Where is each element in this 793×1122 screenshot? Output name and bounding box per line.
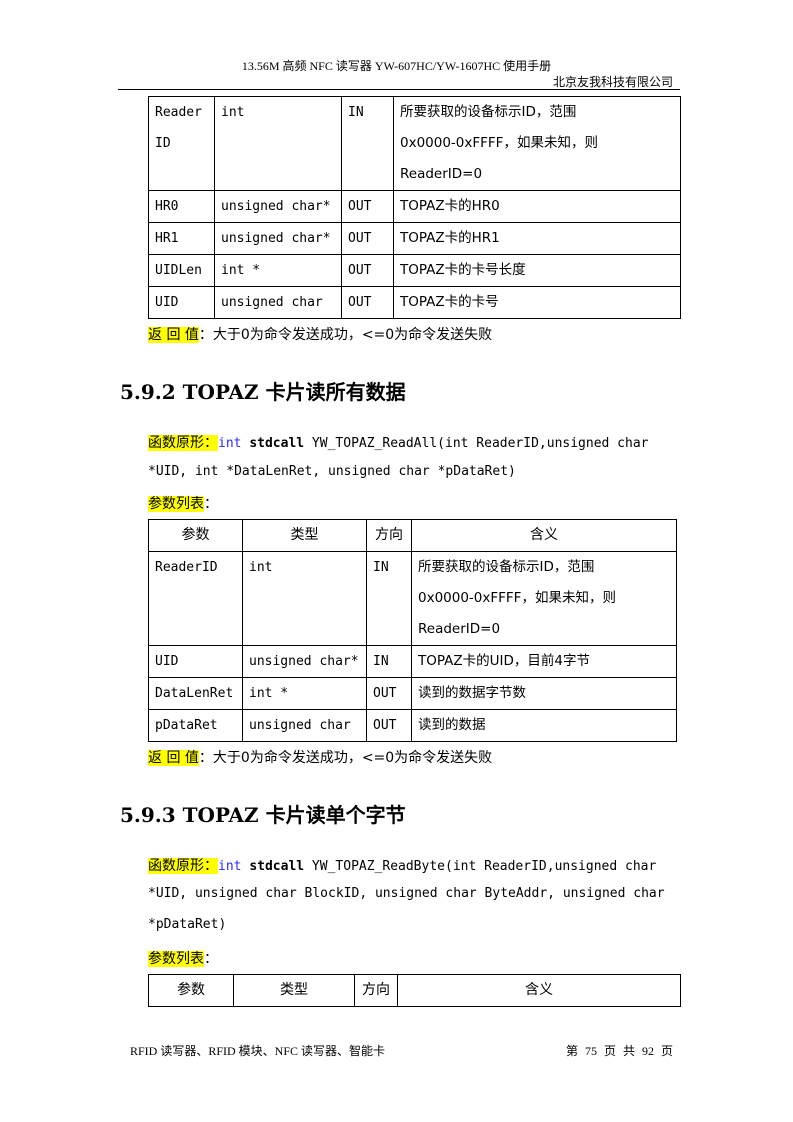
param-type: int *	[242, 677, 367, 710]
table-row: HR1 unsigned char* OUT TOPAZ卡的HR1	[148, 222, 681, 255]
col-header-meaning: 含义	[397, 974, 681, 1007]
params-list-label: 参数列表：	[148, 951, 218, 967]
param-name: ReaderID	[148, 551, 243, 646]
params-table-readall: 参数 类型 方向 含义 ReaderID int IN 所要获取的设备标示ID，…	[148, 519, 677, 742]
table-row: UID unsigned char* IN TOPAZ卡的UID，目前4字节	[148, 645, 677, 678]
prototype-line-3: *pDataRet)	[148, 917, 227, 932]
table-row: pDataRet unsigned char OUT 读到的数据	[148, 709, 677, 742]
param-type: int	[214, 96, 342, 191]
param-type: int	[242, 551, 367, 646]
section-heading-5-9-2: 5.9.2 TOPAZ 卡片读所有数据	[120, 380, 406, 404]
header-divider	[118, 89, 680, 90]
param-type: unsigned char*	[214, 222, 342, 255]
return-text: ：大于0为命令发送成功，<=0为命令发送失败	[198, 327, 493, 343]
param-dir: IN	[341, 96, 394, 191]
prototype-label: 函数原形：	[148, 435, 218, 451]
param-type: int *	[214, 254, 342, 287]
table-header-row: 参数 类型 方向 含义	[148, 519, 677, 552]
param-type: unsigned char	[242, 709, 367, 742]
return-value-2: 返 回 值：大于0为命令发送成功，<=0为命令发送失败	[148, 747, 492, 767]
keyword-int: int	[218, 859, 242, 874]
param-name: ReaderID	[148, 96, 215, 191]
header-title: 13.56M 高频 NFC 读写器 YW-607HC/YW-1607HC 使用手…	[241, 59, 552, 73]
return-label: 返 回 值	[148, 750, 199, 766]
param-desc: TOPAZ卡的卡号	[393, 286, 681, 319]
return-text: ：大于0为命令发送成功，<=0为命令发送失败	[198, 750, 493, 766]
footer-page-number: 第 75 页 共 92 页	[565, 1044, 673, 1058]
param-desc: 读到的数据字节数	[411, 677, 677, 710]
param-type: unsigned char*	[242, 645, 367, 678]
table-row: UIDLen int * OUT TOPAZ卡的卡号长度	[148, 254, 681, 287]
col-header-meaning: 含义	[411, 519, 677, 552]
keyword-stdcall: stdcall	[249, 436, 305, 451]
col-header-direction: 方向	[354, 974, 398, 1007]
param-dir: OUT	[341, 222, 394, 255]
return-label: 返 回 值	[148, 327, 199, 343]
params-table-1: Reader ID int IN 所要获取的设备标示ID，范围 0x0000-0x…	[148, 96, 681, 319]
table-row: UID unsigned char OUT TOPAZ卡的卡号	[148, 286, 681, 319]
function-prototype-readall: 函数原形：int stdcall YW_TOPAZ_ReadAll(int Re…	[148, 432, 648, 452]
param-desc: 所要获取的设备标示ID，范围 0x0000-0xFFFF，如果未知，则 Read…	[393, 96, 681, 191]
param-name: UIDLen	[148, 254, 215, 287]
table-row: ReaderID int IN 所要获取的设备标示ID，范围 0x0000-0x…	[148, 551, 677, 646]
param-type: unsigned char*	[214, 190, 342, 223]
param-desc: TOPAZ卡的卡号长度	[393, 254, 681, 287]
param-name: UID	[148, 645, 243, 678]
param-type: unsigned char	[214, 286, 342, 319]
section-heading-5-9-3: 5.9.3 TOPAZ 卡片读单个字节	[120, 803, 406, 827]
param-desc: TOPAZ卡的HR1	[393, 222, 681, 255]
param-dir: OUT	[341, 286, 394, 319]
col-header-type: 类型	[242, 519, 367, 552]
param-dir: OUT	[341, 190, 394, 223]
param-dir: IN	[366, 645, 412, 678]
param-name: UID	[148, 286, 215, 319]
param-desc: 读到的数据	[411, 709, 677, 742]
col-header-param: 参数	[148, 974, 234, 1007]
param-dir: IN	[366, 551, 412, 646]
param-desc: TOPAZ卡的HR0	[393, 190, 681, 223]
header-company: 北京友我科技有限公司	[552, 75, 673, 89]
param-dir: OUT	[366, 677, 412, 710]
table-row: DataLenRet int * OUT 读到的数据字节数	[148, 677, 677, 710]
table-header-row: 参数 类型 方向 含义	[148, 974, 681, 1007]
table-row: HR0 unsigned char* OUT TOPAZ卡的HR0	[148, 190, 681, 223]
param-dir: OUT	[341, 254, 394, 287]
param-name: HR1	[148, 222, 215, 255]
param-name: HR0	[148, 190, 215, 223]
params-table-readbyte: 参数 类型 方向 含义	[148, 974, 681, 1007]
params-list-label: 参数列表：	[148, 496, 218, 512]
prototype-line-1: YW_TOPAZ_ReadByte(int ReaderID,unsigned …	[304, 859, 657, 874]
keyword-int: int	[218, 436, 242, 451]
footer-left: RFID 读写器、RFID 模块、NFC 读写器、智能卡	[130, 1044, 386, 1058]
prototype-line-1: YW_TOPAZ_ReadAll(int ReaderID,unsigned c…	[304, 436, 649, 451]
col-header-direction: 方向	[366, 519, 412, 552]
prototype-line-2: *UID, int *DataLenRet, unsigned char *pD…	[148, 464, 516, 479]
param-dir: OUT	[366, 709, 412, 742]
param-name: DataLenRet	[148, 677, 243, 710]
table-row: ReaderID int IN 所要获取的设备标示ID，范围 0x0000-0x…	[148, 96, 681, 191]
function-prototype-readbyte: 函数原形：int stdcall YW_TOPAZ_ReadByte(int R…	[148, 855, 656, 875]
col-header-type: 类型	[233, 974, 355, 1007]
keyword-stdcall: stdcall	[249, 859, 305, 874]
param-desc: 所要获取的设备标示ID，范围 0x0000-0xFFFF，如果未知，则 Read…	[411, 551, 677, 646]
col-header-param: 参数	[148, 519, 243, 552]
prototype-label: 函数原形：	[148, 858, 218, 874]
return-value-1: 返 回 值：大于0为命令发送成功，<=0为命令发送失败	[148, 324, 492, 344]
param-desc: TOPAZ卡的UID，目前4字节	[411, 645, 677, 678]
prototype-line-2: *UID, unsigned char BlockID, unsigned ch…	[148, 886, 665, 901]
param-name: pDataRet	[148, 709, 243, 742]
